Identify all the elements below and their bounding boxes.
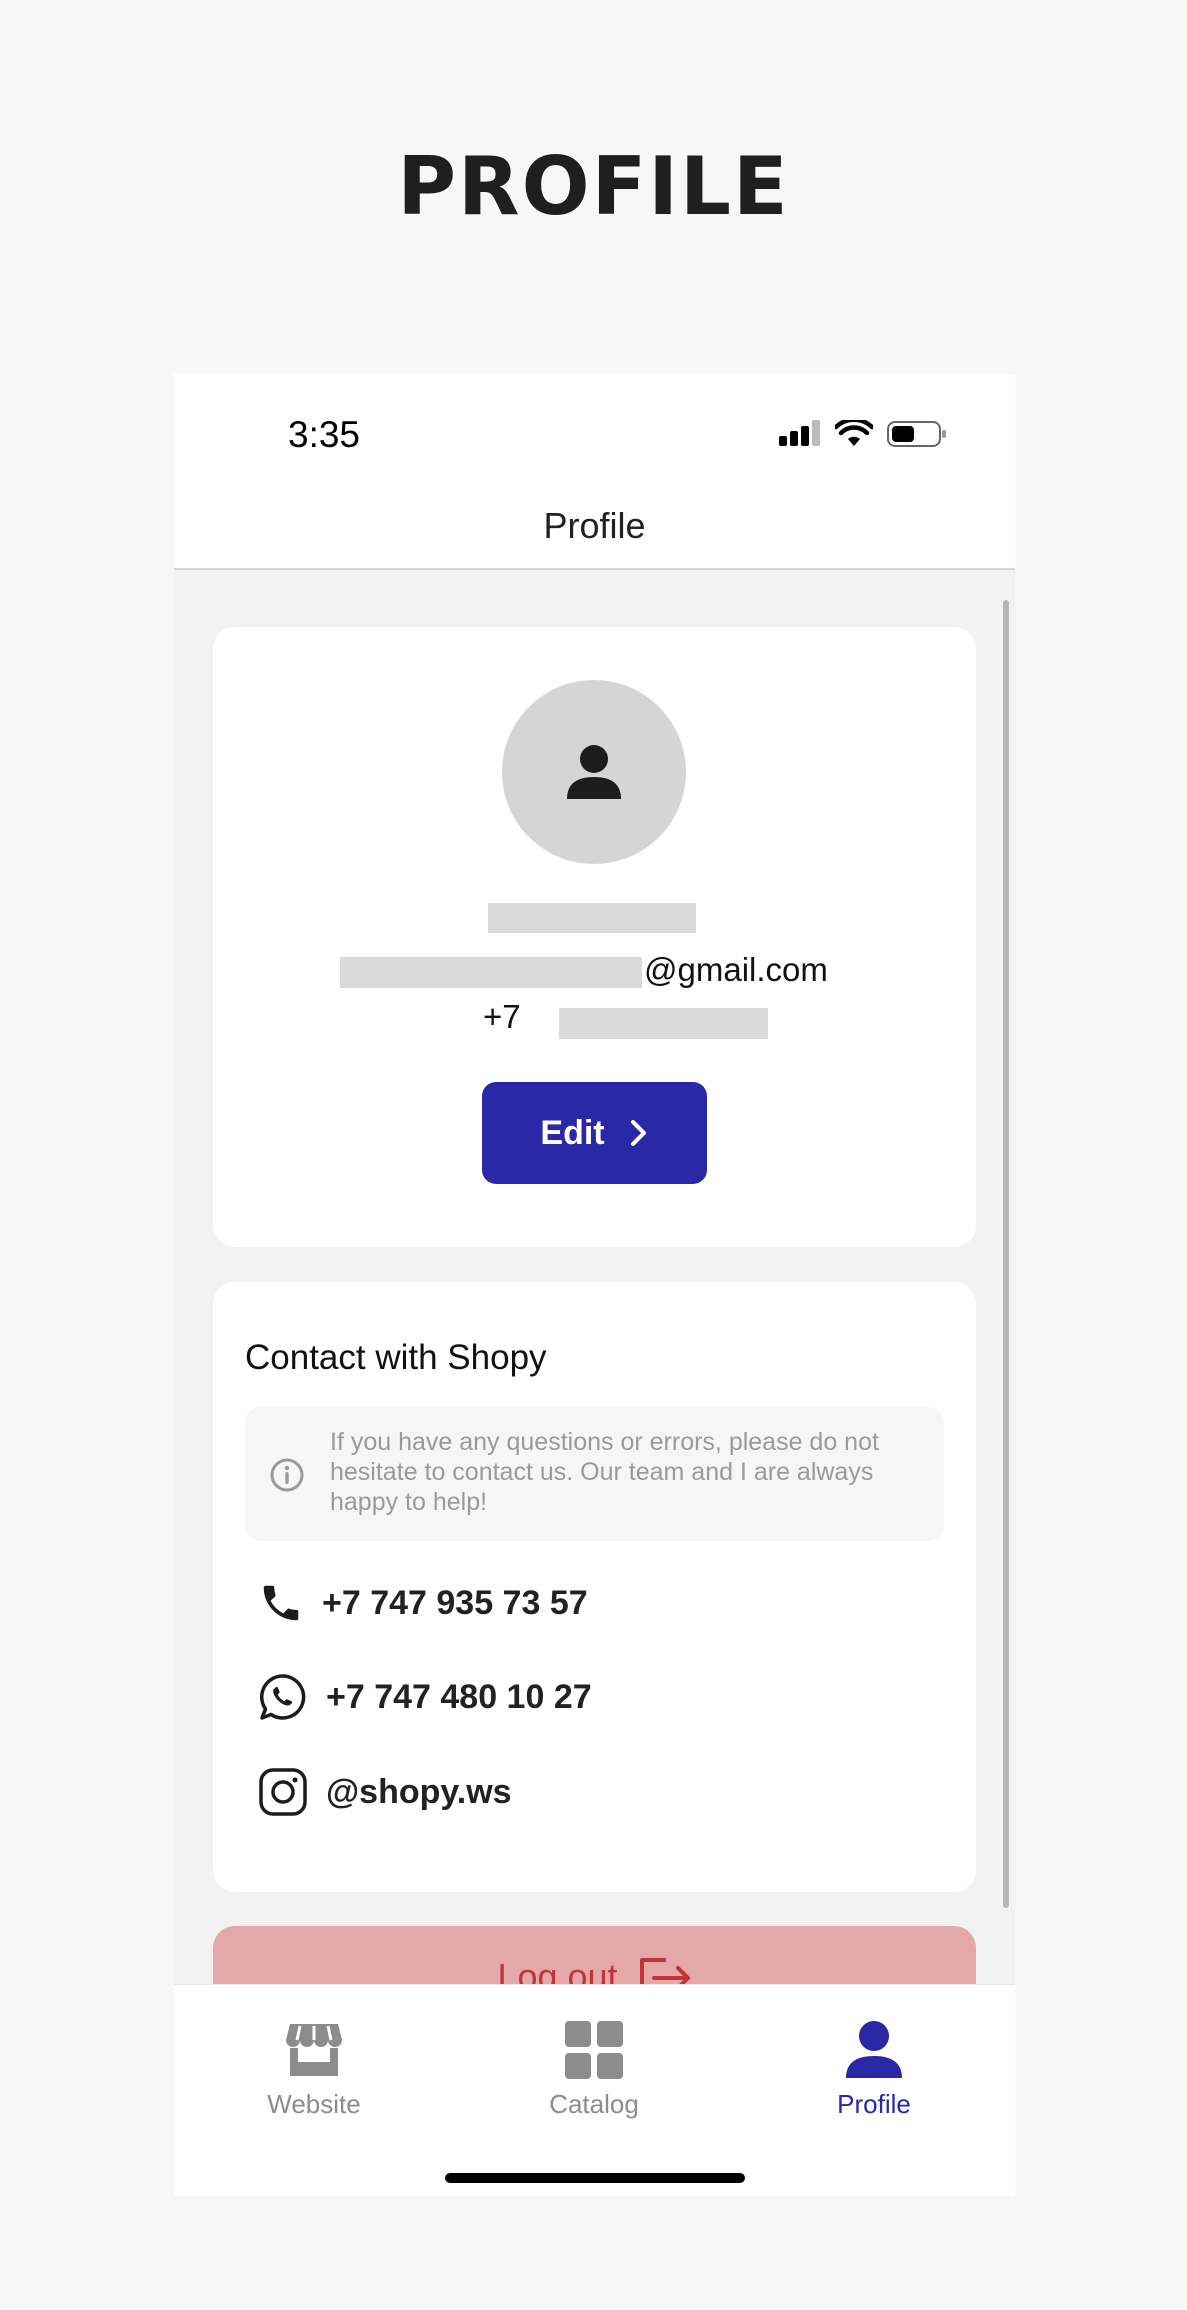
signal-icon [779, 420, 820, 446]
edit-button[interactable]: Edit [482, 1082, 707, 1184]
tab-profile-label: Profile [837, 2089, 911, 2119]
info-box: If you have any questions or errors, ple… [245, 1407, 944, 1541]
avatar[interactable] [502, 680, 686, 864]
whatsapp-icon [260, 1674, 306, 1720]
tab-catalog[interactable]: Catalog [494, 2019, 694, 2120]
tab-bar: Website Catalog Profile [174, 1984, 1015, 2196]
phone-icon [263, 1585, 299, 1621]
info-text: If you have any questions or errors, ple… [330, 1428, 879, 1516]
user-icon [567, 745, 621, 799]
tab-website[interactable]: Website [214, 2019, 414, 2120]
contact-phone[interactable]: +7 747 935 73 57 [258, 1580, 588, 1626]
email-suffix: @gmail.com [644, 951, 828, 988]
contact-instagram[interactable]: @shopy.ws [258, 1767, 512, 1817]
tab-website-label: Website [267, 2089, 361, 2119]
name-redacted [488, 903, 696, 933]
phone-redacted [559, 1008, 768, 1039]
status-time: 3:35 [288, 414, 361, 455]
tab-catalog-label: Catalog [549, 2089, 639, 2119]
status-bar: 3:35 [174, 374, 1015, 496]
page-heading: PROFILE [397, 140, 790, 233]
contact-whatsapp-label: +7 747 480 10 27 [326, 1677, 592, 1716]
contact-card: Contact with Shopy If you have any quest… [213, 1282, 976, 1892]
instagram-icon [259, 1768, 307, 1816]
contact-phone-label: +7 747 935 73 57 [322, 1583, 588, 1622]
grid-icon [565, 2021, 623, 2079]
contact-title: Contact with Shopy [245, 1338, 547, 1377]
profile-card: @gmail.com +7 Edit [213, 627, 976, 1247]
wifi-icon [835, 420, 873, 446]
contact-whatsapp[interactable]: +7 747 480 10 27 [258, 1672, 592, 1722]
email-redacted [340, 957, 642, 988]
user-icon [846, 2021, 902, 2078]
scrollbar[interactable] [1003, 600, 1009, 1908]
tab-profile[interactable]: Profile [774, 2019, 974, 2120]
contact-instagram-label: @shopy.ws [326, 1772, 512, 1811]
battery-icon [887, 421, 946, 447]
status-icons [779, 420, 947, 448]
phone-prefix: +7 [483, 998, 521, 1035]
home-indicator[interactable] [445, 2173, 745, 2183]
edit-label: Edit [540, 1113, 605, 1152]
info-icon [270, 1458, 304, 1492]
chevron-right-icon [630, 1120, 646, 1146]
phone-frame: 3:35 Profile @gmail.com +7 Edit Contact … [174, 374, 1015, 2196]
nav-header: Profile [174, 496, 1015, 570]
store-icon [286, 2024, 342, 2076]
